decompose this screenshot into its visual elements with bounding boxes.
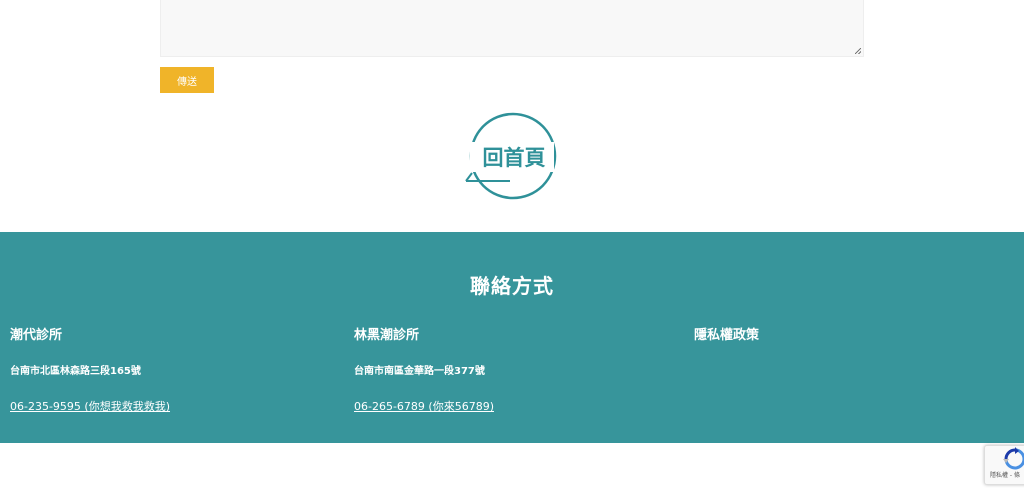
clinic-phone-link[interactable]: 06-235-9595 (你想我救我救我) xyxy=(10,398,170,414)
clinic-address: 台南市南區金華路一段377號 xyxy=(354,366,485,377)
contact-footer: 聯絡方式 潮代診所 台南市北區林森路三段165號 06-235-9595 (你想… xyxy=(0,232,1024,443)
clinic-address: 台南市北區林森路三段165號 xyxy=(10,366,141,377)
clinic-phone-link[interactable]: 06-265-6789 (你來56789) xyxy=(354,398,494,414)
submit-button[interactable]: 傳送 xyxy=(160,67,214,93)
footer-title: 聯絡方式 xyxy=(470,274,554,298)
clinic-column-2: 林黑潮診所 台南市南區金華路一段377號 06-265-6789 (你來5678… xyxy=(354,324,654,413)
recaptcha-badge[interactable]: 隱私權 - 條 xyxy=(984,445,1024,485)
clinic-column-1: 潮代診所 台南市北區林森路三段165號 06-235-9595 (你想我救我救我… xyxy=(10,324,310,413)
privacy-policy-heading[interactable]: 隱私權政策 xyxy=(694,324,994,343)
home-link-label: 回首頁 xyxy=(483,146,546,170)
resize-handle[interactable] xyxy=(855,48,861,54)
recaptcha-icon xyxy=(1003,447,1024,470)
privacy-column: 隱私權政策 xyxy=(694,324,994,343)
clinic-name: 潮代診所 xyxy=(10,328,63,343)
message-textarea[interactable] xyxy=(160,0,864,57)
home-badge-icon: 回首頁 xyxy=(465,112,557,200)
clinic-name: 林黑潮診所 xyxy=(354,328,420,343)
back-to-home-link[interactable]: 回首頁 xyxy=(462,110,562,204)
recaptcha-links[interactable]: 隱私權 - 條 xyxy=(990,470,1020,479)
